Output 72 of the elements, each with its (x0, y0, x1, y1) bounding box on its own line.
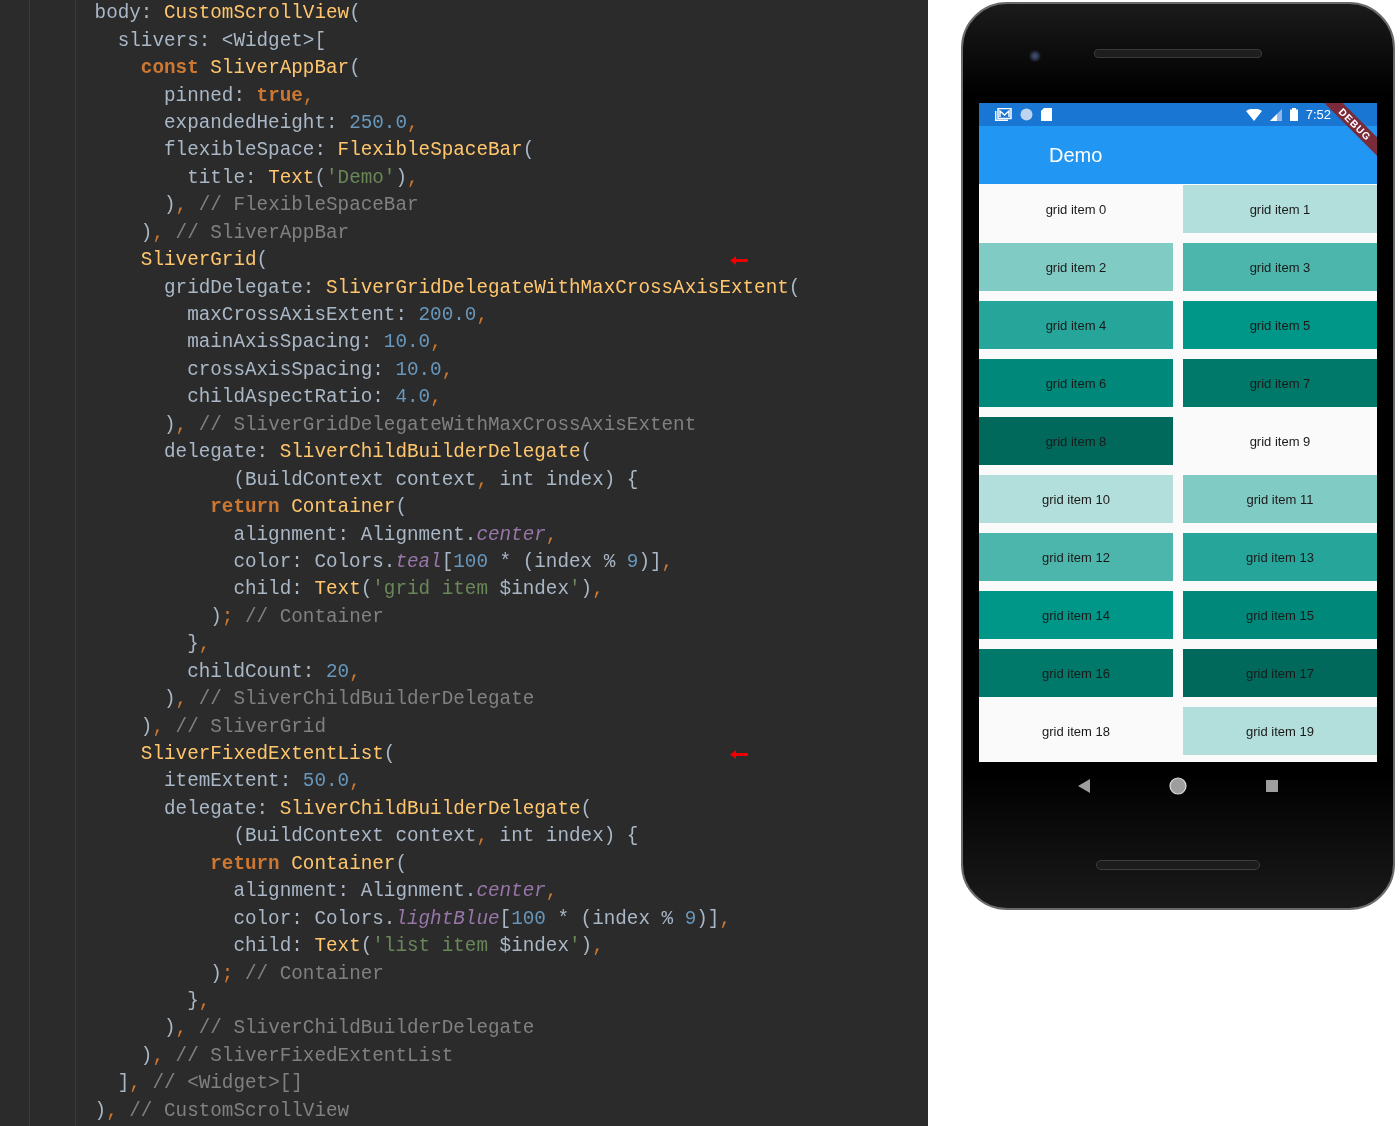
code-line: delegate: SliverChildBuilderDelegate( (163, 796, 593, 822)
code-line: ), // FlexibleSpaceBar (163, 193, 419, 219)
code-line: maxCrossAxisExtent: 200.0, (186, 303, 488, 329)
code-line: (BuildContext context, int index) { (232, 467, 639, 493)
grid-tile: grid item 1 (1183, 185, 1377, 233)
code-line: expandedHeight: 250.0, (163, 110, 419, 136)
wifi-icon (1245, 108, 1262, 121)
grid-tile: grid item 19 (1183, 707, 1377, 755)
grid-tile: grid item 13 (1183, 533, 1377, 581)
code-line: alignment: Alignment.center, (232, 879, 558, 905)
grid-tile: grid item 2 (979, 243, 1173, 291)
code-line: childCount: 20, (186, 659, 361, 685)
grid-tile: grid item 6 (979, 359, 1173, 407)
code-line: itemExtent: 50.0, (163, 769, 361, 795)
code-line: return Container( (209, 851, 407, 877)
grid-tile: grid item 7 (1183, 359, 1377, 407)
grid-tile: grid item 15 (1183, 591, 1377, 639)
app-bar-title: Demo (1049, 143, 1103, 167)
code-line: ), // CustomScrollView (93, 1098, 350, 1124)
code-line: childAspectRatio: 4.0, (186, 385, 442, 411)
code-line: color: Colors.teal[100 * (index % 9)], (232, 549, 674, 575)
status-time: 7:52 (1305, 107, 1331, 122)
home-icon (1169, 777, 1187, 795)
code-line: ); // Container (209, 604, 384, 630)
code-line: child: Text('list item $index'), (232, 934, 604, 960)
code-line: ], // <Widget>[] (116, 1071, 303, 1097)
code-line: gridDelegate: SliverGridDelegateWithMaxCrossAxisExtent( (163, 275, 801, 301)
circle-icon (1020, 108, 1033, 121)
code-line: }, (186, 988, 211, 1014)
arrow-icon (730, 255, 748, 265)
grid-tile: grid item 14 (979, 591, 1173, 639)
back-icon (1078, 779, 1091, 793)
code-line: ), // SliverAppBar (139, 220, 350, 246)
code-line: const SliverAppBar( (139, 56, 361, 82)
code-line: SliverFixedExtentList( (139, 742, 396, 768)
grid-tile: grid item 10 (979, 475, 1173, 523)
grid-tile: grid item 3 (1183, 243, 1377, 291)
code-line: delegate: SliverChildBuilderDelegate( (163, 440, 593, 466)
code-line: pinned: true, (163, 83, 315, 109)
code-line: ), // SliverChildBuilderDelegate (163, 1016, 535, 1042)
battery-icon (1289, 108, 1298, 121)
code-line: SliverGrid( (139, 248, 269, 274)
code-line: flexibleSpace: FlexibleSpaceBar( (163, 138, 535, 164)
code-line: slivers: <Widget>[ (116, 28, 326, 54)
code-line: ); // Container (209, 961, 384, 987)
code-line: body: CustomScrollView( (93, 1, 361, 27)
code-line: ), // SliverFixedExtentList (139, 1043, 454, 1069)
code-line: mainAxisSpacing: 10.0, (186, 330, 442, 356)
code-line: ), // SliverGrid (139, 714, 326, 740)
grid-tile: grid item 5 (1183, 301, 1377, 349)
arrow-icon (730, 749, 748, 759)
camera-icon (1029, 50, 1041, 62)
code-line: ), // SliverChildBuilderDelegate (163, 687, 535, 713)
code-line: return Container( (209, 495, 407, 521)
signal-icon (1269, 108, 1282, 121)
code-line: alignment: Alignment.center, (232, 522, 558, 548)
code-line: (BuildContext context, int index) { (232, 824, 639, 850)
code-line: ), // SliverGridDelegateWithMaxCrossAxisExtent (163, 412, 697, 438)
grid-tile: grid item 16 (979, 649, 1173, 697)
code-line: child: Text('grid item $index'), (232, 577, 604, 603)
sd-card-icon (1041, 108, 1052, 121)
code-line: crossAxisSpacing: 10.0, (186, 357, 454, 383)
grid-tile: grid item 11 (1183, 475, 1377, 523)
grid-tile: grid item 8 (979, 417, 1173, 465)
code-line: }, (186, 632, 211, 658)
mail-icon (995, 108, 1012, 121)
code-line: color: Colors.lightBlue[100 * (index % 9)], (232, 906, 731, 932)
grid-tile: grid item 4 (979, 301, 1173, 349)
grid-tile: grid item 12 (979, 533, 1173, 581)
code-line: title: Text('Demo'), (186, 165, 419, 191)
square-icon (1265, 780, 1278, 792)
grid-tile: grid item 17 (1183, 649, 1377, 697)
